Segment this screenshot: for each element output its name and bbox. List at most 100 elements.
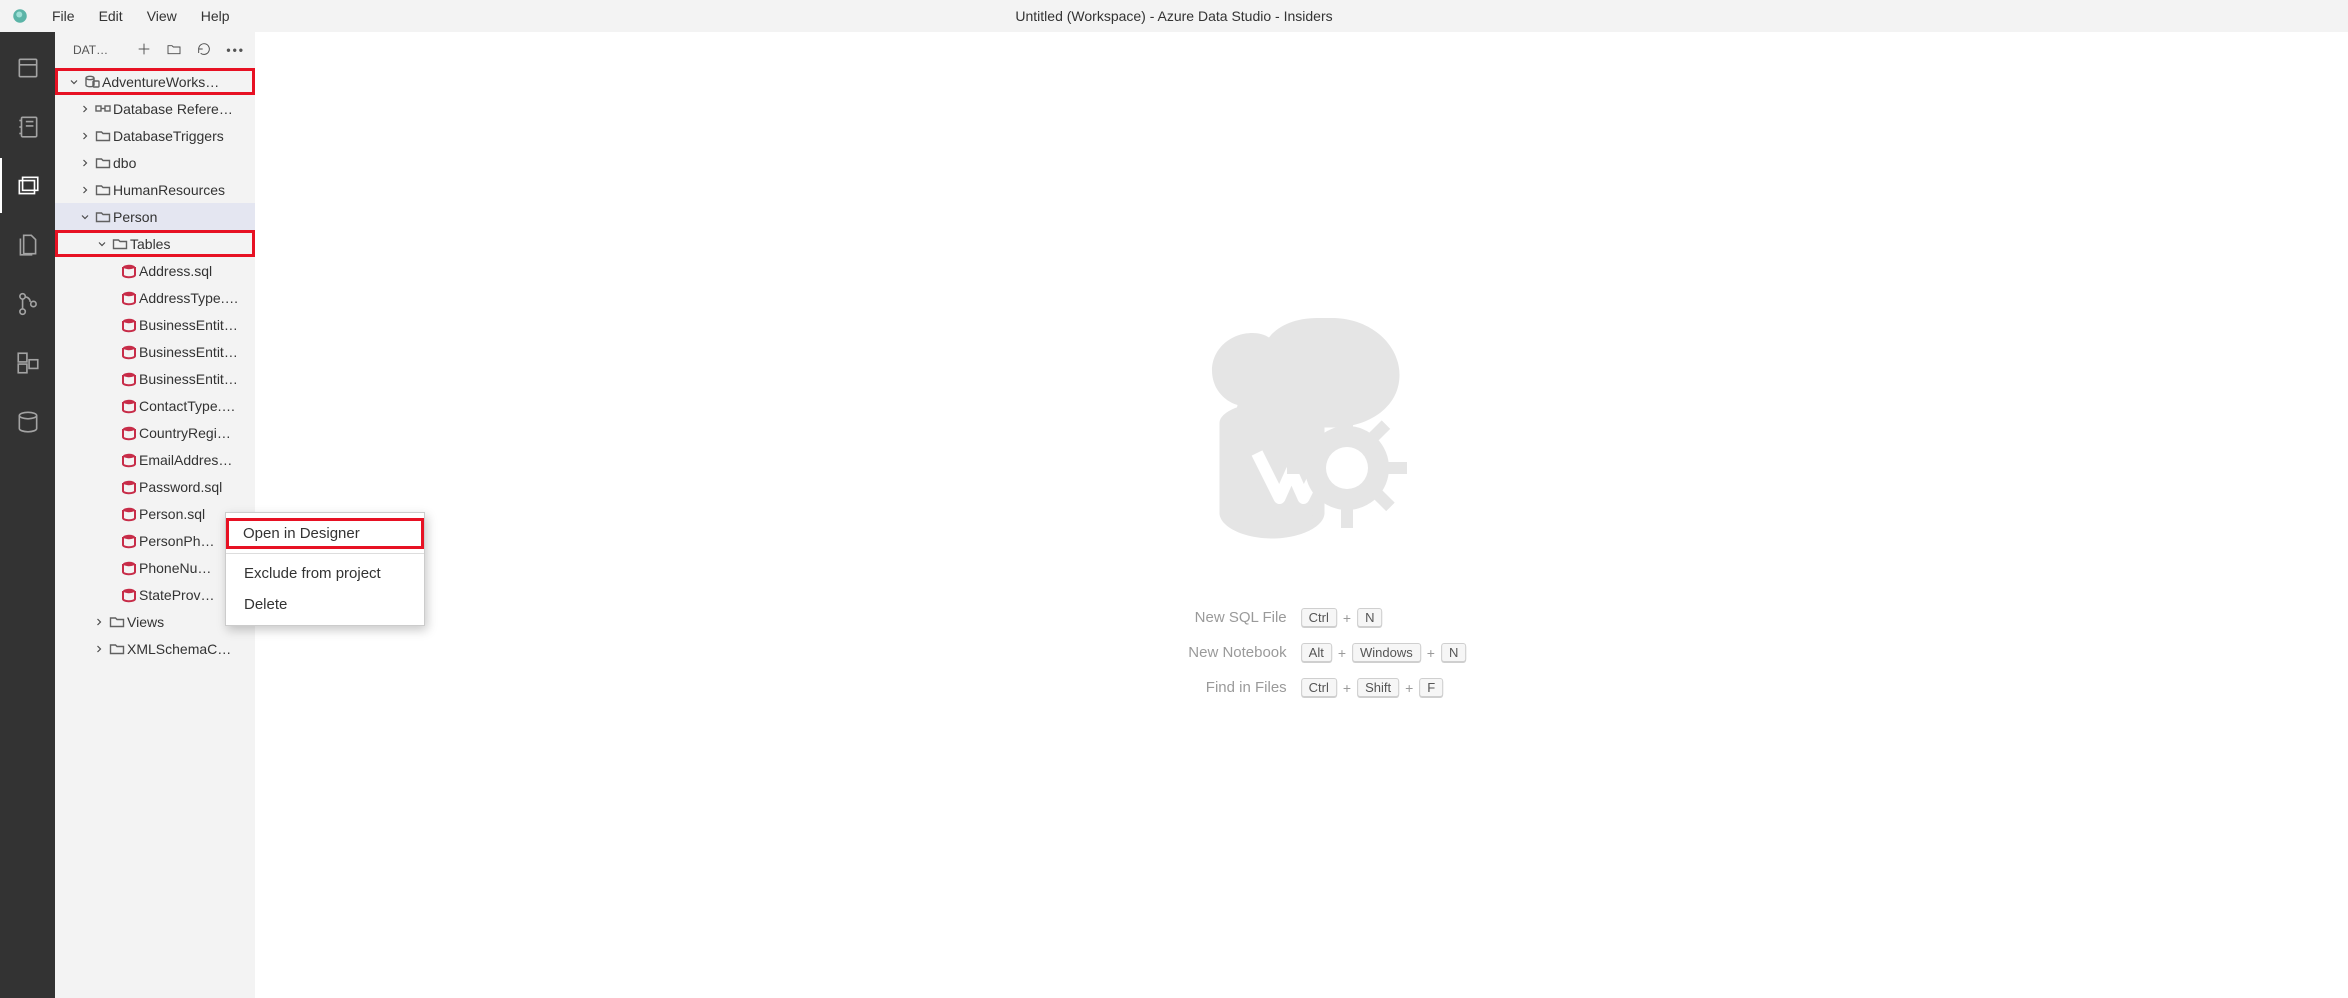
tree-label: EmailAddres… xyxy=(139,452,232,468)
tree-label: Password.sql xyxy=(139,479,222,495)
folder-icon xyxy=(93,209,113,225)
tree-row-table-file[interactable]: CountryRegi… xyxy=(55,419,255,446)
tree-row-project-root[interactable]: AdventureWorks… xyxy=(55,68,255,95)
tree-row-table-file[interactable]: BusinessEntit… xyxy=(55,311,255,338)
table-icon xyxy=(119,317,139,333)
chevron-right-icon xyxy=(77,103,93,115)
table-icon xyxy=(119,587,139,603)
kb-label: New Notebook xyxy=(1137,644,1287,661)
watermark-logo xyxy=(1152,266,1452,571)
table-icon xyxy=(119,506,139,522)
tree-label: PhoneNu… xyxy=(139,560,211,576)
title-bar: File Edit View Help Untitled (Workspace)… xyxy=(0,0,2348,32)
kb-label: Find in Files xyxy=(1137,679,1287,696)
kb-label: New SQL File xyxy=(1137,609,1287,626)
tree-row-table-file[interactable]: Password.sql xyxy=(55,473,255,500)
folder-icon xyxy=(107,614,127,630)
app-icon xyxy=(0,7,40,25)
tree-label: HumanResources xyxy=(113,182,225,198)
kb-key: N xyxy=(1441,643,1466,662)
tree-row-table-file[interactable]: Address.sql xyxy=(55,257,255,284)
chevron-right-icon xyxy=(91,616,107,628)
tree-label: StateProv… xyxy=(139,587,214,603)
activity-files[interactable] xyxy=(0,217,55,272)
kb-key: Ctrl xyxy=(1301,608,1337,627)
context-open-in-designer[interactable]: Open in Designer xyxy=(226,518,424,549)
context-exclude-from-project[interactable]: Exclude from project xyxy=(226,558,424,589)
tree-label: Database Refere… xyxy=(113,101,233,117)
activity-connections[interactable] xyxy=(0,40,55,95)
table-icon xyxy=(119,344,139,360)
kb-key: Alt xyxy=(1301,643,1332,662)
tree-row-table-file[interactable]: EmailAddres… xyxy=(55,446,255,473)
tree-label: CountryRegi… xyxy=(139,425,231,441)
tree-row[interactable]: dbo xyxy=(55,149,255,176)
table-icon xyxy=(119,371,139,387)
tree-row[interactable]: DatabaseTriggers xyxy=(55,122,255,149)
tree-label: DatabaseTriggers xyxy=(113,128,224,144)
chevron-down-icon xyxy=(66,76,82,88)
chevron-down-icon xyxy=(94,238,110,250)
folder-icon xyxy=(110,236,130,252)
menu-file[interactable]: File xyxy=(40,4,87,28)
database-project-icon xyxy=(82,74,102,90)
kb-key: Ctrl xyxy=(1301,678,1337,697)
folder-icon xyxy=(93,182,113,198)
chevron-right-icon xyxy=(77,130,93,142)
tree-label: PersonPh… xyxy=(139,533,214,549)
context-separator xyxy=(226,553,424,554)
menu-edit[interactable]: Edit xyxy=(87,4,135,28)
refresh-icon[interactable] xyxy=(196,41,212,60)
window-title: Untitled (Workspace) - Azure Data Studio… xyxy=(1015,8,1332,24)
kb-key: Windows xyxy=(1352,643,1421,662)
tree-label: ContactType.… xyxy=(139,398,236,414)
kb-row: Find in Files Ctrl + Shift + F xyxy=(1137,678,1467,697)
table-icon xyxy=(119,263,139,279)
kb-plus: + xyxy=(1427,645,1435,661)
tree-label: Tables xyxy=(130,236,170,252)
table-icon xyxy=(119,452,139,468)
chevron-down-icon xyxy=(77,211,93,223)
tree-label: XMLSchemaC… xyxy=(127,641,231,657)
tree-row[interactable]: Database Refere… xyxy=(55,95,255,122)
tree-label: dbo xyxy=(113,155,136,171)
tree-row-table-file[interactable]: BusinessEntit… xyxy=(55,338,255,365)
open-folder-icon[interactable] xyxy=(166,41,182,60)
tree-label: AddressType.… xyxy=(139,290,239,306)
activity-database[interactable] xyxy=(0,394,55,449)
table-icon xyxy=(119,398,139,414)
tree-row[interactable]: HumanResources xyxy=(55,176,255,203)
tree-label: Person.sql xyxy=(139,506,205,522)
tree-label: Address.sql xyxy=(139,263,212,279)
tree-row-table-file[interactable]: ContactType.… xyxy=(55,392,255,419)
tree-label: AdventureWorks… xyxy=(102,74,219,90)
reference-icon xyxy=(93,101,113,117)
keyboard-shortcuts: New SQL File Ctrl + N New Notebook Alt +… xyxy=(1137,608,1467,697)
activity-explorer[interactable] xyxy=(0,158,55,213)
tree-row-tables[interactable]: Tables xyxy=(55,230,255,257)
activity-source-control[interactable] xyxy=(0,276,55,331)
activity-extensions[interactable] xyxy=(0,335,55,390)
tree-row-table-file[interactable]: AddressType.… xyxy=(55,284,255,311)
kb-key: N xyxy=(1357,608,1382,627)
menu-help[interactable]: Help xyxy=(189,4,242,28)
kb-key: Shift xyxy=(1357,678,1399,697)
new-file-icon[interactable] xyxy=(136,41,152,60)
tree-label: BusinessEntit… xyxy=(139,371,238,387)
tree-row[interactable]: XMLSchemaC… xyxy=(55,635,255,662)
kb-row: New SQL File Ctrl + N xyxy=(1137,608,1467,627)
folder-icon xyxy=(93,155,113,171)
tree-label: BusinessEntit… xyxy=(139,344,238,360)
more-icon[interactable]: ••• xyxy=(226,43,245,57)
chevron-right-icon xyxy=(91,643,107,655)
context-delete[interactable]: Delete xyxy=(226,589,424,620)
kb-plus: + xyxy=(1405,680,1413,696)
folder-icon xyxy=(107,641,127,657)
tree-row-person[interactable]: Person xyxy=(55,203,255,230)
menu-view[interactable]: View xyxy=(135,4,189,28)
menu-bar: File Edit View Help xyxy=(40,4,242,28)
tree-row-table-file[interactable]: BusinessEntit… xyxy=(55,365,255,392)
editor-area: New SQL File Ctrl + N New Notebook Alt +… xyxy=(255,32,2348,998)
folder-icon xyxy=(93,128,113,144)
activity-notebooks[interactable] xyxy=(0,99,55,154)
